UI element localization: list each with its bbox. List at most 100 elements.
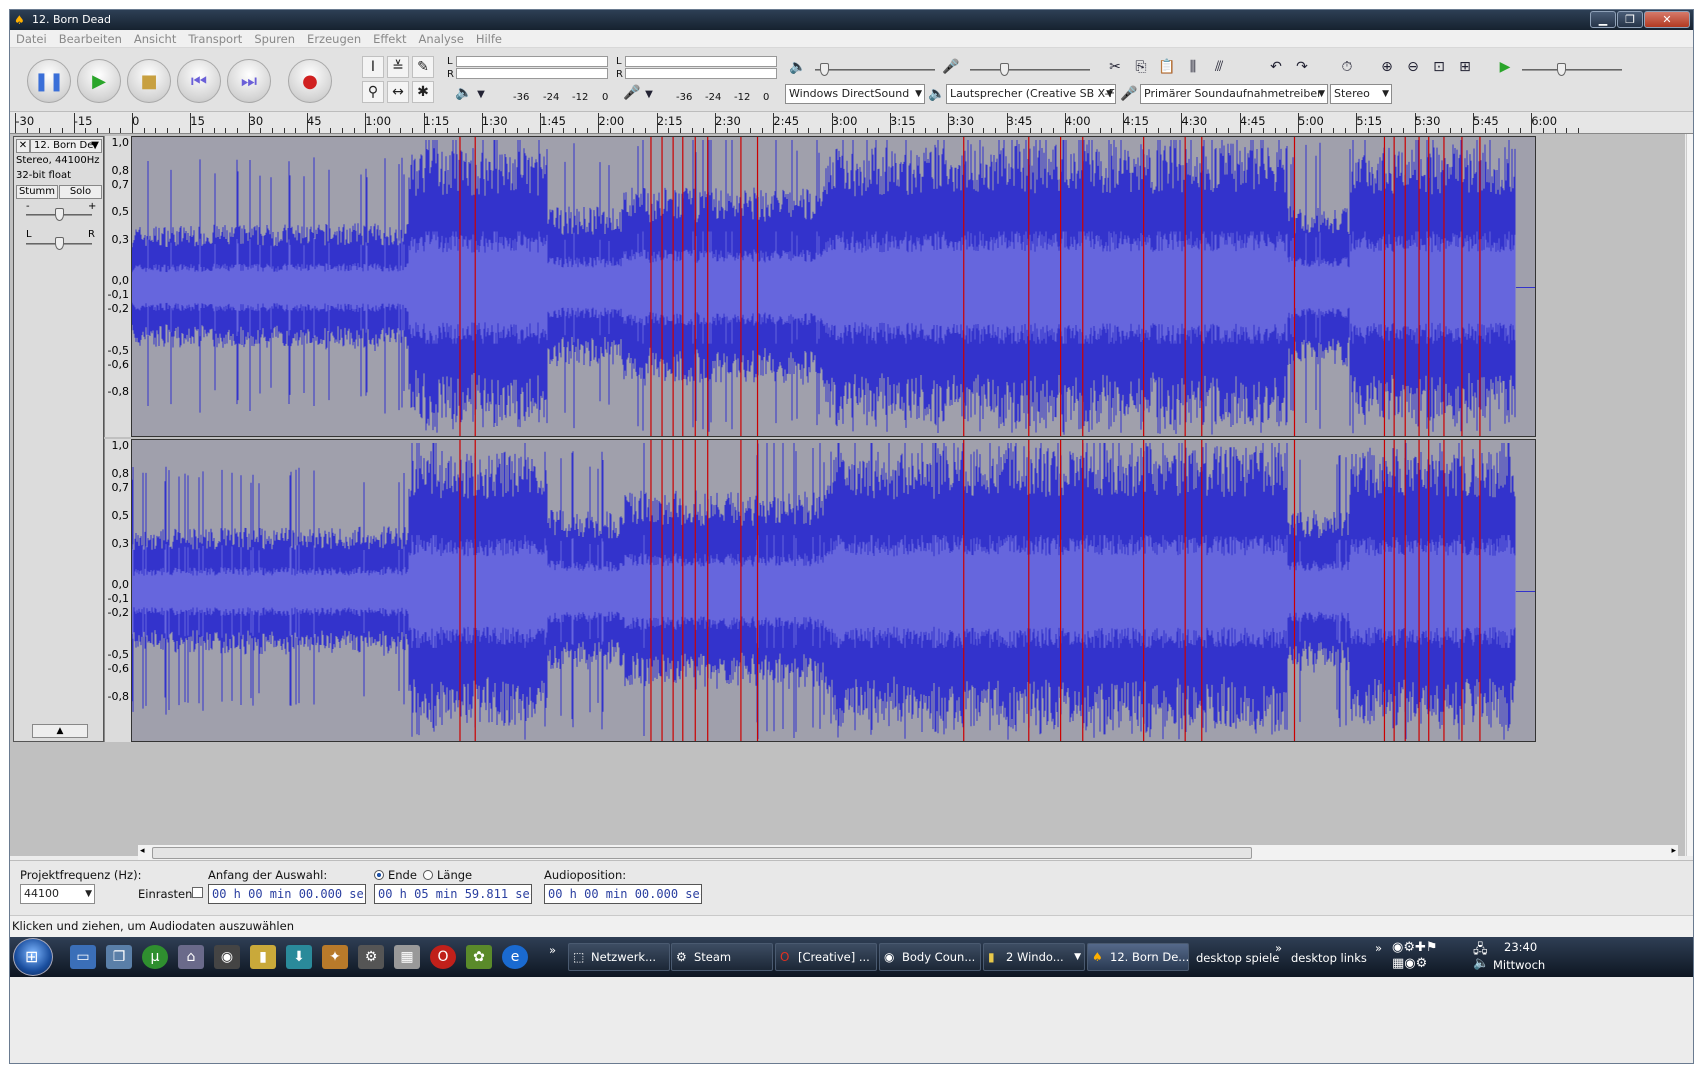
media-player-icon[interactable]: ◉ — [214, 945, 240, 969]
slider-knob[interactable] — [1557, 63, 1566, 76]
collapse-track-button[interactable]: ▲ — [32, 724, 88, 738]
opera-icon[interactable]: O — [430, 945, 456, 969]
length-radio[interactable] — [423, 870, 433, 880]
toolbar-overflow-icon[interactable]: » — [1275, 941, 1282, 955]
internet-explorer-icon[interactable]: e — [502, 945, 528, 969]
input-device-select[interactable]: Primärer Soundaufnahmetreiber ▼ — [1140, 84, 1328, 104]
zoom-in-icon[interactable]: ⊕ — [1376, 56, 1398, 78]
chevron-down-icon[interactable]: ▼ — [638, 84, 660, 106]
cut-icon[interactable]: ✂ — [1104, 56, 1126, 78]
timeshift-tool[interactable]: ↔ — [387, 81, 409, 103]
multi-tool[interactable]: ✱ — [412, 81, 434, 103]
scroll-left-icon[interactable]: ◂ — [140, 846, 145, 856]
redo-icon[interactable]: ↷ — [1291, 56, 1313, 78]
volume-tray-icon[interactable]: 🔈 — [1473, 956, 1489, 971]
track-area[interactable]: ✕ 12. Born De ▼ Stereo, 44100Hz 32-bit fl… — [10, 134, 1685, 856]
paint-icon[interactable]: ✦ — [322, 945, 348, 969]
task-windows-group[interactable]: ▮ 2 Windo... ▼ — [983, 943, 1085, 971]
track-close-button[interactable]: ✕ — [16, 139, 30, 153]
end-radio[interactable] — [374, 870, 384, 880]
output-device-select[interactable]: Lautsprecher (Creative SB X-F ▼ — [946, 84, 1116, 104]
download-icon[interactable]: ⬇ — [286, 945, 312, 969]
play-button[interactable]: ▶ — [77, 59, 121, 103]
undo-icon[interactable]: ↶ — [1265, 56, 1287, 78]
play-at-speed-icon[interactable]: ▶ — [1494, 56, 1516, 78]
task-netzwerk[interactable]: ⬚ Netzwerk... — [568, 943, 670, 971]
input-volume-slider[interactable] — [970, 63, 1090, 76]
clock-day[interactable]: Mittwoch — [1493, 958, 1545, 972]
waveform-left-channel[interactable] — [131, 136, 1536, 437]
minimize-button[interactable]: ▁ — [1590, 11, 1616, 28]
menu-analyse[interactable]: Analyse — [413, 30, 470, 48]
draw-tool[interactable]: ✎ — [412, 56, 434, 78]
tray-icons[interactable]: ◉⚙✚⚑ — [1392, 940, 1438, 955]
toolbar-desktop-links[interactable]: desktop links — [1291, 951, 1367, 965]
network-icon[interactable]: ⌂ — [178, 945, 204, 969]
track-name-menu[interactable]: 12. Born De ▼ — [30, 139, 102, 153]
clock-time[interactable]: 23:40 — [1504, 940, 1537, 954]
quicklaunch-overflow-icon[interactable]: » — [549, 943, 556, 957]
menu-datei[interactable]: Datei — [10, 30, 53, 48]
menu-effekt[interactable]: Effekt — [367, 30, 412, 48]
steam-icon[interactable]: ⚙ — [358, 945, 384, 969]
mute-button[interactable]: Stumm — [16, 185, 58, 199]
envelope-tool[interactable]: ≚ — [387, 56, 409, 78]
slider-knob[interactable] — [1000, 63, 1009, 76]
solo-button[interactable]: Solo — [59, 185, 102, 199]
project-rate-select[interactable]: 44100 ▼ — [20, 884, 95, 904]
vertical-scrollbar[interactable] — [1686, 134, 1693, 856]
silence-icon[interactable]: ⫻ — [1208, 56, 1230, 78]
scrollbar-thumb[interactable] — [152, 847, 1252, 859]
channels-select[interactable]: Stereo ▼ — [1330, 84, 1392, 104]
audio-position-time[interactable]: 00 h 00 min 00.000 sec — [544, 884, 702, 904]
skip-end-button[interactable]: ⏭ — [227, 59, 271, 103]
show-desktop-icon[interactable]: ▭ — [70, 945, 96, 969]
switch-windows-icon[interactable]: ❐ — [106, 945, 132, 969]
close-button[interactable]: ✕ — [1644, 11, 1690, 28]
menu-ansicht[interactable]: Ansicht — [128, 30, 182, 48]
task-body-count[interactable]: ◉ Body Coun... — [879, 943, 981, 971]
task-creative[interactable]: O [Creative] ... — [775, 943, 877, 971]
snap-checkbox[interactable] — [192, 887, 203, 898]
menu-erzeugen[interactable]: Erzeugen — [301, 30, 367, 48]
menu-transport[interactable]: Transport — [182, 30, 248, 48]
chevron-down-icon[interactable]: ▼ — [470, 84, 492, 106]
selection-tool[interactable]: I — [362, 56, 384, 78]
menu-bearbeiten[interactable]: Bearbeiten — [53, 30, 128, 48]
maximize-button[interactable]: ❐ — [1617, 11, 1643, 28]
menu-spuren[interactable]: Spuren — [248, 30, 301, 48]
play-speed-slider[interactable] — [1522, 63, 1622, 76]
scroll-right-icon[interactable]: ▸ — [1671, 846, 1676, 856]
waveform-right-channel[interactable] — [131, 439, 1536, 742]
selection-end-time[interactable]: 00 h 05 min 59.811 sec — [374, 884, 532, 904]
fit-project-icon[interactable]: ⊞ — [1454, 56, 1476, 78]
slider-knob[interactable] — [55, 208, 64, 221]
pan-slider[interactable] — [26, 237, 92, 250]
utorrent-icon[interactable]: µ — [142, 945, 168, 969]
fit-selection-icon[interactable]: ⊡ — [1428, 56, 1450, 78]
start-button[interactable]: ⊞ — [13, 938, 53, 976]
slider-knob[interactable] — [820, 63, 829, 76]
slider-knob[interactable] — [55, 237, 64, 250]
output-volume-slider[interactable] — [815, 63, 935, 76]
record-button[interactable]: ● — [288, 59, 332, 103]
toolbar-desktop-spiele[interactable]: desktop spiele — [1196, 951, 1279, 965]
title-bar[interactable]: ♠ 12. Born Dead ▁ ❐ ✕ — [10, 10, 1693, 30]
horizontal-scrollbar[interactable]: ◂ ▸ — [138, 845, 1678, 861]
sync-lock-icon[interactable]: ⏱ — [1336, 56, 1358, 78]
task-audacity[interactable]: ♠ 12. Born De... — [1087, 943, 1189, 971]
pause-button[interactable]: ❚❚ — [27, 59, 71, 103]
audio-host-select[interactable]: Windows DirectSound ▼ — [785, 84, 925, 104]
paste-icon[interactable]: 📋 — [1156, 56, 1178, 78]
menu-hilfe[interactable]: Hilfe — [470, 30, 508, 48]
timeline-ruler[interactable]: -30 -15 0 15 30 45 1:00 1:15 1:30 1:45 2:00 2:15 2:3… — [10, 112, 1693, 134]
zoom-tool[interactable]: ⚲ — [362, 81, 384, 103]
tray-overflow-icon[interactable]: » — [1375, 941, 1382, 955]
archive-icon[interactable]: ▮ — [250, 945, 276, 969]
task-steam[interactable]: ⚙ Steam — [671, 943, 773, 971]
stop-button[interactable]: ■ — [127, 59, 171, 103]
gain-slider[interactable] — [26, 208, 92, 221]
selection-start-time[interactable]: 00 h 00 min 00.000 sec — [208, 884, 366, 904]
skip-start-button[interactable]: ⏮ — [177, 59, 221, 103]
game-icon[interactable]: ✿ — [466, 945, 492, 969]
